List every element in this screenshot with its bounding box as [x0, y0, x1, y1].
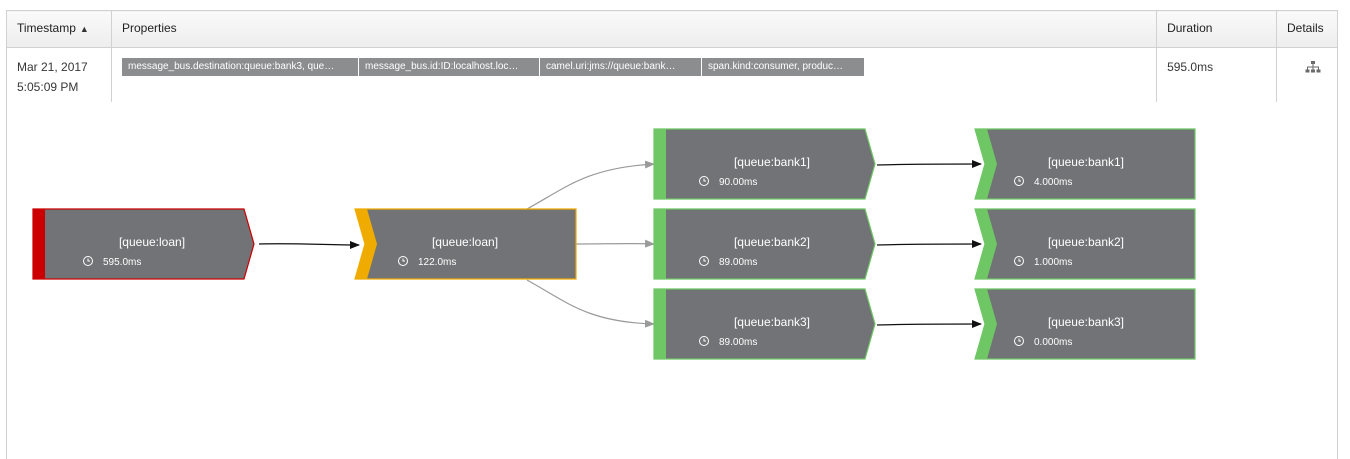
property-tag[interactable]: span.kind:consumer, produc…	[701, 58, 864, 76]
span-node[interactable]: [queue:bank1] 90.00ms	[653, 128, 876, 200]
edge-bank1-to-bank1	[876, 160, 982, 169]
column-header-timestamp[interactable]: Timestamp ▲	[6, 10, 112, 48]
span-node[interactable]: [queue:bank2] 89.00ms	[653, 208, 876, 280]
details-cell	[1276, 47, 1338, 104]
span-node-duration: 90.00ms	[719, 177, 757, 188]
span-node-duration: 89.00ms	[719, 337, 757, 348]
sitemap-icon[interactable]	[1305, 60, 1321, 80]
trace-table: Timestamp ▲ Properties Duration Details M…	[6, 10, 1338, 104]
edge-loan-child-to-bank1	[526, 160, 655, 210]
column-header-properties: Properties	[110, 10, 1158, 48]
span-node-title: [queue:bank1]	[1048, 155, 1124, 169]
span-node-title: [queue:bank3]	[734, 315, 810, 329]
properties-cell: message_bus.destination:queue:bank3, que…	[110, 47, 1158, 104]
duration-cell: 595.0ms	[1156, 47, 1277, 104]
table-row[interactable]: Mar 21, 2017 5:05:09 PM message_bus.dest…	[6, 47, 1338, 104]
timestamp-time: 5:05:09 PM	[17, 80, 79, 94]
timestamp-cell: Mar 21, 2017 5:05:09 PM	[6, 47, 112, 104]
sort-ascending-icon[interactable]: ▲	[80, 24, 89, 34]
column-header-timestamp-label: Timestamp	[17, 21, 76, 35]
column-header-details: Details	[1276, 10, 1338, 48]
span-node-duration: 89.00ms	[719, 257, 757, 268]
span-node-title: [queue:bank2]	[734, 235, 810, 249]
span-node-title: [queue:bank1]	[734, 155, 810, 169]
span-node-title: [queue:bank3]	[1048, 315, 1124, 329]
span-node[interactable]: [queue:loan] 595.0ms	[32, 208, 255, 280]
timestamp-date: Mar 21, 2017	[17, 60, 88, 74]
span-node-duration: 4.000ms	[1034, 177, 1072, 188]
property-tag[interactable]: message_bus.destination:queue:bank3, que…	[121, 58, 358, 76]
edge-bank3-to-bank3	[876, 320, 982, 329]
span-node[interactable]: [queue:bank2] 1.000ms	[974, 208, 1196, 280]
span-node[interactable]: [queue:bank3] 0.000ms	[974, 288, 1196, 360]
property-tag[interactable]: message_bus.id:ID:localhost.loc…	[358, 58, 539, 76]
span-node-duration: 122.0ms	[418, 257, 456, 268]
span-node-duration: 595.0ms	[103, 257, 141, 268]
column-header-duration: Duration	[1156, 10, 1277, 48]
edge-loan-child-to-bank3	[526, 279, 655, 328]
span-node-duration: 0.000ms	[1034, 337, 1072, 348]
span-node[interactable]: [queue:loan] 122.0ms	[354, 208, 577, 280]
table-header-row: Timestamp ▲ Properties Duration Details	[6, 10, 1338, 48]
edge-bank2-to-bank2	[876, 240, 982, 249]
edge-loan-root-to-loan-child	[258, 240, 360, 249]
span-node[interactable]: [queue:bank3] 89.00ms	[653, 288, 876, 360]
trace-graph: [queue:loan] 595.0ms [queue:loan] 122.0m…	[32, 128, 1196, 360]
span-node[interactable]: [queue:bank1] 4.000ms	[974, 128, 1196, 200]
span-node-title: [queue:loan]	[432, 235, 498, 249]
property-tag[interactable]: camel.uri:jms://queue:bank…	[539, 58, 701, 76]
span-node-title: [queue:bank2]	[1048, 235, 1124, 249]
span-node-duration: 1.000ms	[1034, 257, 1072, 268]
span-node-title: [queue:loan]	[119, 235, 185, 249]
trace-graph-panel: [queue:loan] 595.0ms [queue:loan] 122.0m…	[6, 102, 1338, 459]
